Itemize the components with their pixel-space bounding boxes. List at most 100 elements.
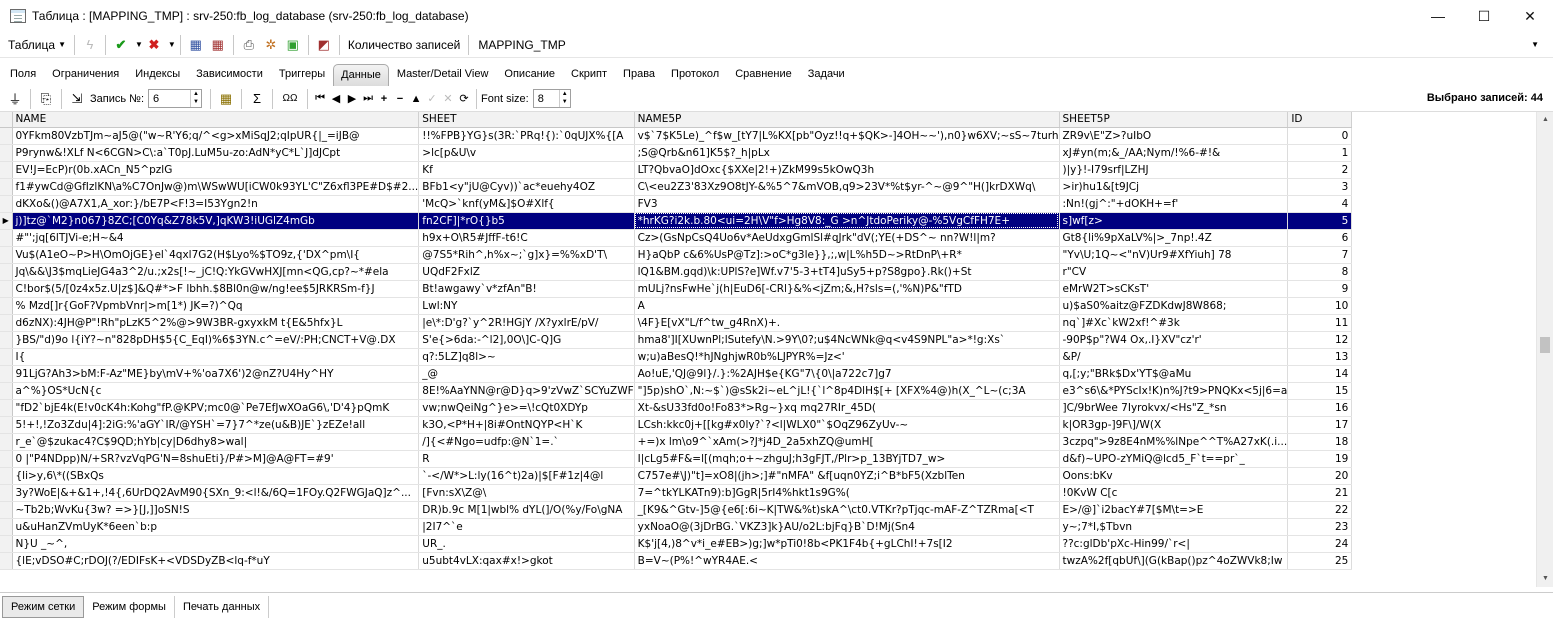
cell-sheet5p[interactable]: eMrW2T>sCKsT' bbox=[1059, 280, 1289, 298]
cell-sheet5p[interactable]: nq`]#Xc`kW2xf!^#3k bbox=[1059, 314, 1289, 332]
print-data-tab[interactable]: Печать данных bbox=[175, 596, 270, 618]
tab-master-detail[interactable]: Master/Detail View bbox=[389, 68, 497, 86]
cell-name5p[interactable]: Ao!uE,'QJ@9l}/.}:%2AJH$e{KG"7\{0\|a722c7… bbox=[634, 365, 1060, 383]
row-indicator[interactable] bbox=[0, 280, 13, 298]
cell-id[interactable]: 25 bbox=[1287, 552, 1353, 570]
tab-privileges[interactable]: Права bbox=[615, 68, 663, 86]
cell-id[interactable]: 22 bbox=[1287, 501, 1353, 519]
row-indicator[interactable] bbox=[0, 348, 13, 366]
table-row[interactable]: C!bor$(5/[0z4x5z.U|z$]&Q#*>F lbhh.$8Bl0n… bbox=[0, 280, 1353, 298]
table-row[interactable]: ▶ j)]tz@`M2}n067}8ZC;[C0Yq&Z78k5V,]qKW3!i… bbox=[0, 212, 1353, 230]
cell-sheet5p[interactable]: y~;7*I,$Tbvn bbox=[1059, 518, 1289, 536]
vertical-scrollbar[interactable]: ▲ ▼ bbox=[1536, 112, 1553, 587]
cell-sheet[interactable]: 8E!%AaYNN@r@D}q>9'zVwZ`SCYuZWF bbox=[418, 382, 635, 400]
cell-sheet5p[interactable]: &P/ bbox=[1059, 348, 1289, 366]
row-indicator[interactable] bbox=[0, 433, 13, 451]
cell-id[interactable]: 14 bbox=[1287, 365, 1353, 383]
close-button[interactable]: ✕ bbox=[1507, 0, 1553, 32]
cell-sheet[interactable]: k3O,<P*H+|8i#OntNQYP<H`K bbox=[418, 416, 635, 434]
table-row[interactable]: a^%}OS*UcN{c 8E!%AaYNN@r@D}q>9'zVwZ`SCYuZ… bbox=[0, 382, 1353, 400]
cell-sheet[interactable]: Kf bbox=[418, 161, 635, 179]
cell-id[interactable]: 18 bbox=[1287, 433, 1353, 451]
row-indicator[interactable] bbox=[0, 450, 13, 468]
cell-name5p[interactable]: LCsh:kkc0j+[[kg#x0ly?`?<l|WLX0"`$OqZ96Zy… bbox=[634, 416, 1060, 434]
next-record-icon[interactable]: ▶ bbox=[344, 92, 360, 105]
chevron-down-icon[interactable]: ▼ bbox=[135, 40, 143, 49]
scroll-up-icon[interactable]: ▲ bbox=[1537, 112, 1553, 128]
row-indicator[interactable] bbox=[0, 467, 13, 485]
row-indicator[interactable] bbox=[0, 314, 13, 332]
cell-id[interactable]: 2 bbox=[1287, 161, 1353, 179]
cell-id[interactable]: 7 bbox=[1287, 246, 1353, 264]
edit-record-icon[interactable]: ▲ bbox=[408, 93, 424, 105]
prior-record-icon[interactable]: ◀ bbox=[328, 92, 344, 105]
cell-sheet5p[interactable]: e3^s6\&*PYScIx!K)n%J?t9>PNQKx<5j|6=a bbox=[1059, 382, 1289, 400]
table-row[interactable]: d6zNX):4JH@P"!Rh"pLzK5^2%@>9W3BR-gxyxkM … bbox=[0, 314, 1353, 332]
cell-sheet[interactable]: BFb1<y"jU@Cyv))`ac*euehy4OZ bbox=[418, 178, 635, 196]
tab-log[interactable]: Протокол bbox=[663, 68, 727, 86]
column-header-id[interactable]: ID bbox=[1287, 112, 1353, 128]
grid-view-icon[interactable]: ▦ bbox=[187, 36, 205, 54]
cell-sheet[interactable]: |2I7^`e bbox=[418, 518, 635, 536]
cell-sheet5p[interactable]: )|y}!-I79srf|LZHJ bbox=[1059, 161, 1289, 179]
cell-sheet5p[interactable]: Oons:bKv bbox=[1059, 467, 1289, 485]
cell-sheet5p[interactable]: d&f)~UPO-zYMiQ@lcd5_F`t==pr`_ bbox=[1059, 450, 1289, 468]
cell-sheet5p[interactable]: q,[;y;"BRk$Dx'YT$@aMu bbox=[1059, 365, 1289, 383]
cell-name5p[interactable]: C\<eu2Z3'83Xz9O8tJY-&%5^7&mVOB,q9>23V*%t… bbox=[634, 178, 1060, 196]
cell-sheet5p[interactable]: ZR9v\E"Z>?uIbO bbox=[1059, 127, 1289, 145]
cell-name[interactable]: 0YFkm80VzbTJm~aJ5@("w~R'Y6;q/^<g>xMiSqJ2… bbox=[12, 127, 420, 145]
cell-name[interactable]: "fD2`bjE4k(E!v0cK4h:Kohg"fP.@KPV;mc0@`Pe… bbox=[12, 399, 420, 417]
cell-name[interactable]: 3y?WoE|&+&1+,!4{,6UrDQ2AvM90{SXn_9:<l!&/… bbox=[12, 484, 420, 502]
row-indicator[interactable] bbox=[0, 484, 13, 502]
sum-button[interactable]: Σ bbox=[248, 90, 266, 108]
cell-sheet[interactable]: fn2CF]|*rO{}b5 bbox=[418, 212, 635, 230]
cell-sheet[interactable]: _@ bbox=[418, 365, 635, 383]
cell-name[interactable]: r_e`@$zukac4?C$9QD;hYb|cy|D6dhy8>wal| bbox=[12, 433, 420, 451]
cell-sheet[interactable]: /]{<#Ngo=udfp:@N`1=.` bbox=[418, 433, 635, 451]
cell-id[interactable]: 17 bbox=[1287, 416, 1353, 434]
cell-id[interactable]: 4 bbox=[1287, 195, 1353, 213]
table-row[interactable]: 0YFkm80VzbTJm~aJ5@("w~R'Y6;q/^<g>xMiSqJ2… bbox=[0, 127, 1353, 145]
cell-name5p[interactable]: "]5p)shO`,N:~$`)@sSk2i~eL^jL!{`l^8p4DlH$… bbox=[634, 382, 1060, 400]
cell-name[interactable]: dKXo&()@A7X1,A_xor:}/bE7P<F!3=I53Ygn2!n bbox=[12, 195, 420, 213]
commit-check-icon[interactable]: ✔ bbox=[112, 36, 130, 54]
cell-sheet[interactable]: vw;nwQeiNg^}e>=\!cQt0XDYp bbox=[418, 399, 635, 417]
cell-sheet5p[interactable]: E>/@]`i2bacY#7[$M\t=>E bbox=[1059, 501, 1289, 519]
tab-indices[interactable]: Индексы bbox=[127, 68, 188, 86]
cell-name[interactable]: ~Tb2b;WvKu{3w? =>}[J,]]oSN!S bbox=[12, 501, 420, 519]
cell-sheet5p[interactable]: :Nn!(gj^:"+dOKH+=f' bbox=[1059, 195, 1289, 213]
record-count-button[interactable]: Количество записей bbox=[344, 34, 465, 56]
table-row[interactable]: f1#ywCd@GfIzlKN\a%C7OnJw@)m\WSwWU[iCW0k9… bbox=[0, 178, 1353, 196]
current-row-arrow-icon[interactable]: ▶ bbox=[0, 212, 13, 230]
row-indicator[interactable] bbox=[0, 127, 13, 145]
cell-sheet[interactable]: UQdF2FxlZ bbox=[418, 263, 635, 281]
cell-name5p[interactable]: 7=^tkYLKATn9):b]GgR|5rI4%hkt1s9G%( bbox=[634, 484, 1060, 502]
scroll-down-icon[interactable]: ▼ bbox=[1537, 571, 1553, 587]
cell-id[interactable]: 12 bbox=[1287, 331, 1353, 349]
cell-sheet5p[interactable]: k|OR3gp-]9F\]/W(X bbox=[1059, 416, 1289, 434]
table-row[interactable]: 3y?WoE|&+&1+,!4{,6UrDQ2AvM90{SXn_9:<l!&/… bbox=[0, 484, 1353, 502]
refresh-icon[interactable]: ⟳ bbox=[456, 92, 472, 105]
cell-name5p[interactable]: hma8']I[XUwnPl;lSutefy\N.>9Y\0?;u$4NcWNk… bbox=[634, 331, 1060, 349]
cell-sheet[interactable]: S'e{>6da:-^l2],0O\]C-Q]G bbox=[418, 331, 635, 349]
first-record-icon[interactable]: ⏮ bbox=[312, 92, 328, 105]
cell-sheet[interactable]: @7S5*Rih^,h%x~;`g]x}=%%xD'T\ bbox=[418, 246, 635, 264]
chevron-down-icon[interactable]: ▼ bbox=[1531, 40, 1539, 49]
row-indicator[interactable] bbox=[0, 535, 13, 553]
font-size-stepper[interactable]: 8 ▲ ▼ bbox=[532, 89, 571, 108]
cell-name[interactable]: a^%}OS*UcN{c bbox=[12, 382, 420, 400]
row-indicator[interactable] bbox=[0, 518, 13, 536]
row-indicator[interactable] bbox=[0, 297, 13, 315]
row-indicator[interactable] bbox=[0, 416, 13, 434]
row-indicator[interactable] bbox=[0, 144, 13, 162]
table-row[interactable]: % Mzd[]r{GoF?VpmbVnr|>m[1*) JK=?)^Qq Lwl:… bbox=[0, 297, 1353, 315]
cell-name[interactable]: 0 |"P4NDpp)N/+SR?vzVqPG'N=8shuEti}/P#>M]… bbox=[12, 450, 420, 468]
cell-id[interactable]: 9 bbox=[1287, 280, 1353, 298]
cell-id[interactable]: 1 bbox=[1287, 144, 1353, 162]
lightning-icon[interactable]: ϟ bbox=[81, 36, 99, 54]
cell-name[interactable]: f1#ywCd@GfIzlKN\a%C7OnJw@)m\WSwWU[iCW0k9… bbox=[12, 178, 420, 196]
record-number-stepper[interactable]: 6 ▲ ▼ bbox=[148, 89, 203, 108]
tab-data[interactable]: Данные bbox=[333, 64, 389, 86]
cell-sheet[interactable]: `-</W*>L:ly(16^t)2a)|$[F#1z|4@l bbox=[418, 467, 635, 485]
table-row[interactable]: Jq\&&\J3$mqLieJG4a3^2/u.;x2s[!~_jC!Q:YkG… bbox=[0, 263, 1353, 281]
